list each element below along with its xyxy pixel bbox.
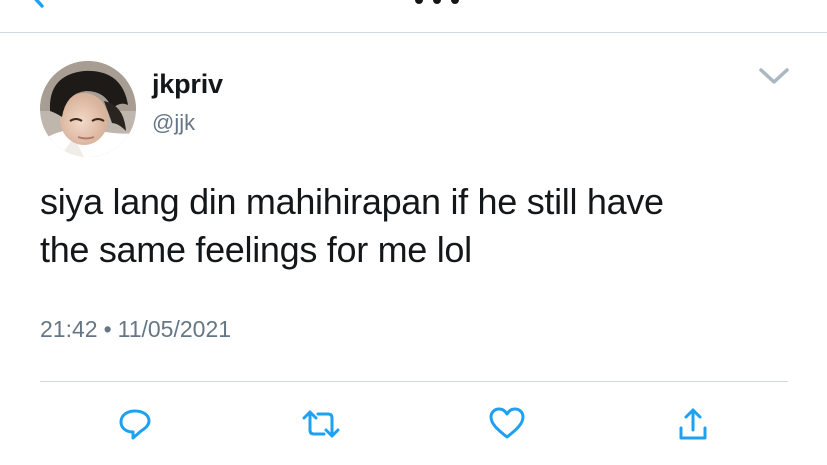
tweet-time: 21:42 (40, 316, 98, 342)
display-name[interactable]: jkpriv (152, 69, 223, 100)
retweet-icon (302, 410, 340, 438)
reply-button[interactable] (116, 405, 154, 443)
tweet-text-line: siya lang din mahihirapan if he still ha… (40, 181, 664, 222)
separator-dot: • (103, 316, 112, 342)
top-navigation-bar (0, 0, 827, 33)
reply-icon (119, 409, 151, 440)
tweet-text: siya lang din mahihirapan if he still ha… (40, 178, 800, 274)
like-button[interactable] (488, 405, 526, 443)
tweet-timestamp: 21:42 • 11/05/2021 (40, 316, 231, 343)
heart-icon (489, 407, 525, 439)
tweet-date: 11/05/2021 (117, 316, 232, 342)
retweet-button[interactable] (302, 405, 340, 443)
user-handle[interactable]: @jjk (152, 110, 195, 136)
more-dots-icon[interactable] (413, 0, 473, 6)
share-button[interactable] (674, 405, 712, 443)
tweet-text-line: the same feelings for me lol (40, 229, 472, 270)
tweet-detail-screen: jkpriv @jjk siya lang din mahihirapan if… (0, 0, 827, 465)
avatar[interactable] (40, 61, 136, 157)
back-chevron-icon[interactable] (22, 0, 52, 10)
chevron-down-icon[interactable] (755, 61, 793, 91)
share-icon (679, 408, 707, 440)
divider (40, 381, 788, 382)
avatar-photo (40, 61, 136, 157)
